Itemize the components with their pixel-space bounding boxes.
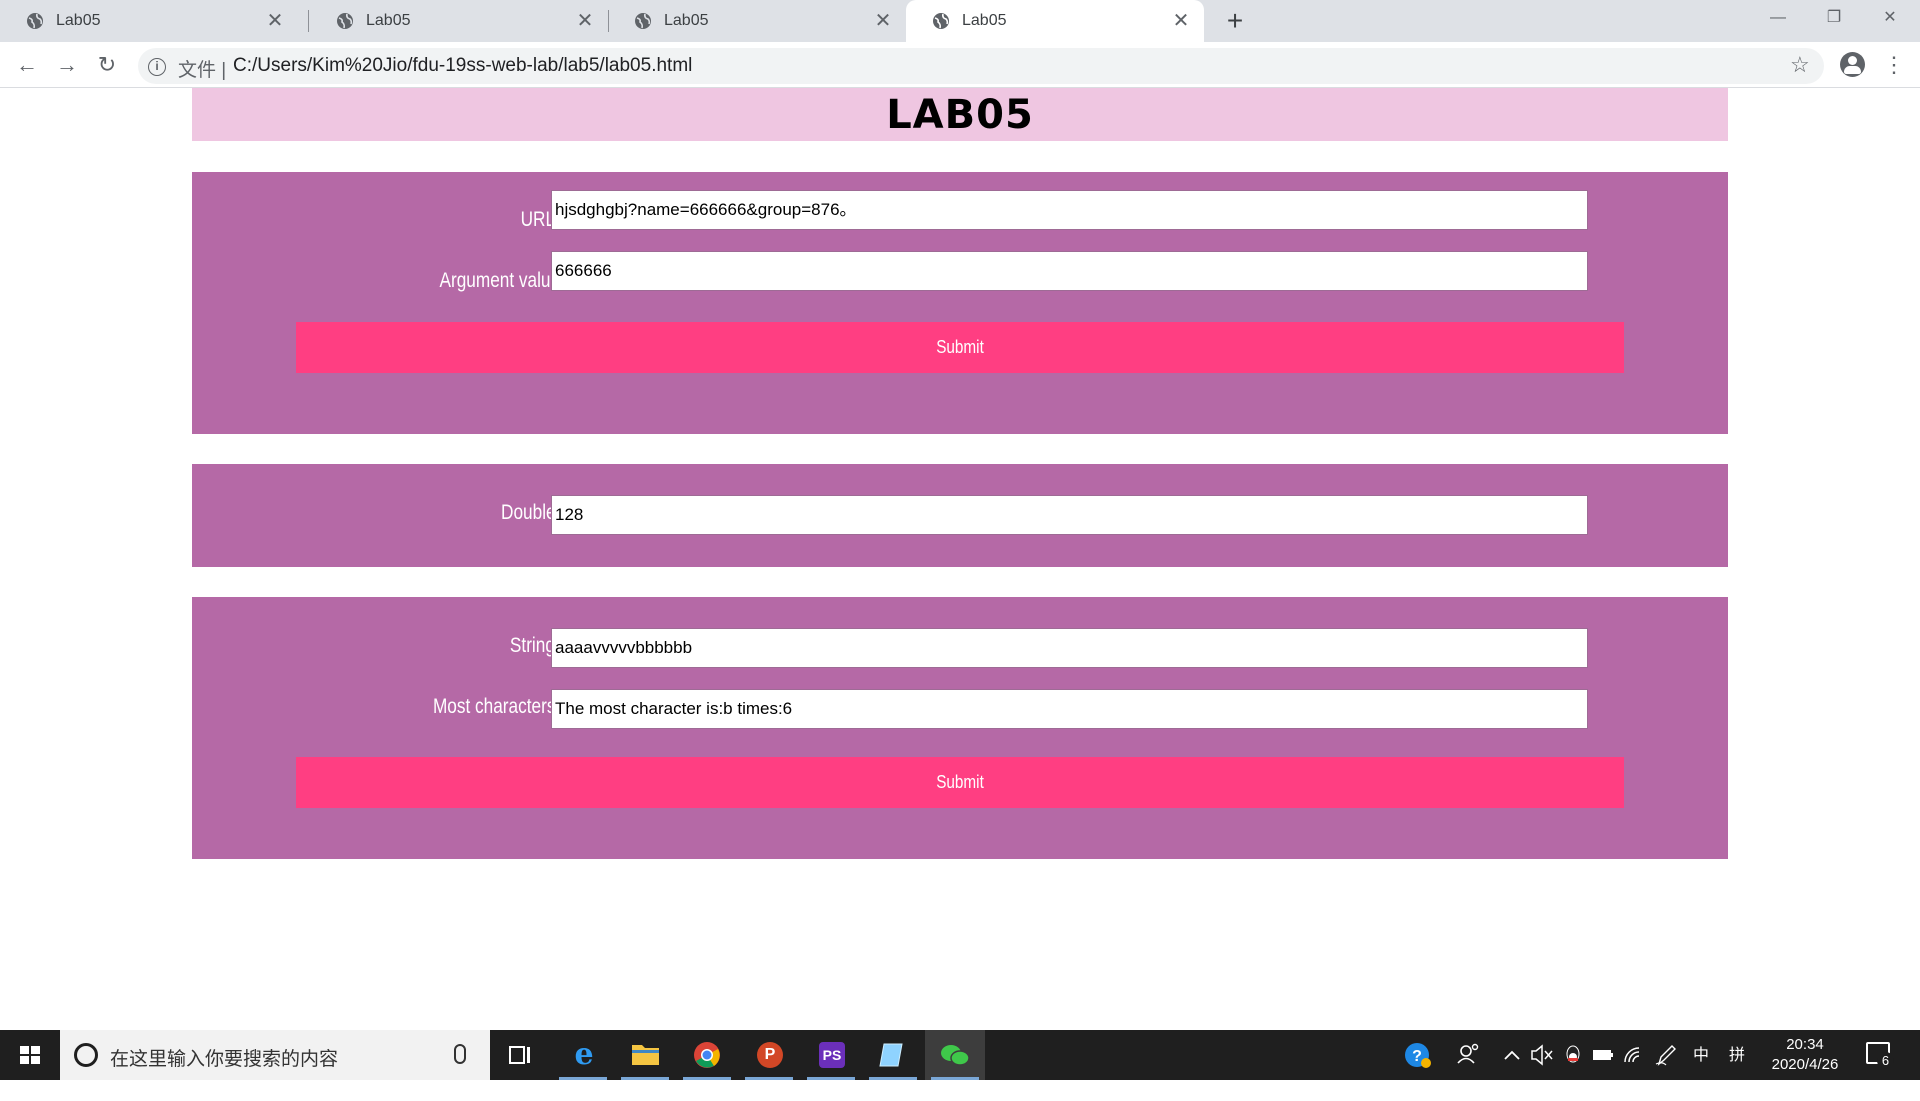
wifi-icon: [1624, 1047, 1640, 1063]
bookmark-star-icon[interactable]: ☆: [1790, 52, 1810, 78]
help-icon: ?: [1405, 1043, 1431, 1068]
search-placeholder: 在这里输入你要搜索的内容: [110, 1048, 339, 1070]
task-view-icon: [509, 1046, 530, 1064]
globe-icon: [337, 13, 353, 29]
browser-menu-icon[interactable]: ⋮: [1883, 51, 1905, 79]
string-input[interactable]: aaaavvvvvbbbbbb: [551, 628, 1588, 668]
profile-avatar-icon[interactable]: [1840, 52, 1865, 77]
forward-button[interactable]: →: [53, 51, 81, 79]
taskbar-wechat[interactable]: [925, 1030, 985, 1080]
ime-language-indicator[interactable]: 中: [1688, 1030, 1714, 1080]
powerpoint-icon: P: [757, 1042, 783, 1068]
taskbar-file-explorer[interactable]: [615, 1030, 675, 1080]
taskbar-powerpoint[interactable]: P: [739, 1030, 799, 1080]
chevron-up-icon: [1504, 1050, 1520, 1060]
browser-tab-3[interactable]: Lab05 ✕: [608, 0, 906, 42]
submit-button[interactable]: Submit: [296, 757, 1624, 808]
tab-title: Lab05: [664, 12, 709, 29]
most-characters-output[interactable]: The most character is:b times:6: [551, 689, 1588, 729]
submit-label: Submit: [936, 772, 984, 792]
system-clock[interactable]: 20:34 2020/4/26: [1760, 1035, 1850, 1075]
tab-strip: Lab05 ✕ Lab05 ✕ Lab05 ✕ Lab05 ✕ + — ❐ ✕: [0, 0, 1920, 42]
restore-button[interactable]: ❐: [1806, 0, 1862, 36]
tray-people[interactable]: [1450, 1030, 1486, 1080]
tray-battery[interactable]: [1590, 1030, 1616, 1080]
tab-separator: [308, 10, 309, 32]
globe-icon: [635, 13, 651, 29]
folder-icon: [632, 1045, 659, 1065]
taskbar-chrome[interactable]: [677, 1030, 737, 1080]
string-form: String: aaaavvvvvbbbbbb Most characters:…: [192, 597, 1728, 859]
address-url[interactable]: C:/Users/Kim%20Jio/fdu-19ss-web-lab/lab5…: [233, 55, 692, 77]
url-input[interactable]: hjsdghgbj?name=666666&group=876。: [551, 190, 1588, 230]
tray-help[interactable]: ?: [1400, 1030, 1436, 1080]
taskbar-phpstorm[interactable]: PS: [801, 1030, 861, 1080]
windows-taskbar: 在这里输入你要搜索的内容 e P PS ? 中 拼 20:34 2020/4/2…: [0, 1030, 1920, 1080]
wechat-icon: [941, 1045, 970, 1066]
globe-icon: [27, 13, 43, 29]
battery-icon: [1593, 1050, 1613, 1060]
edge-icon: e: [574, 1037, 594, 1072]
close-icon[interactable]: ✕: [264, 10, 286, 32]
phpstorm-icon: PS: [819, 1042, 845, 1068]
svg-text:?: ?: [1412, 1048, 1422, 1065]
most-characters-label: Most characters:: [432, 695, 560, 718]
tab-title: Lab05: [56, 12, 101, 29]
minimize-button[interactable]: —: [1750, 0, 1806, 36]
tray-qq[interactable]: [1560, 1030, 1586, 1080]
browser-tab-1[interactable]: Lab05 ✕: [0, 0, 298, 42]
scheme-label: 文件 |: [178, 60, 227, 81]
pen-icon: [1655, 1045, 1676, 1066]
new-tab-button[interactable]: +: [1221, 7, 1249, 35]
page-viewport: LAB05 URL: hjsdghgbj?name=666666&group=8…: [0, 88, 1920, 1030]
clock-date: 2020/4/26: [1771, 1056, 1839, 1073]
close-icon[interactable]: ✕: [574, 10, 596, 32]
start-button[interactable]: [0, 1030, 60, 1080]
notepad-icon: [879, 1043, 903, 1067]
notification-count-badge: 6: [1877, 1052, 1894, 1069]
reload-button[interactable]: ↻: [93, 51, 121, 79]
qq-penguin-icon: [1566, 1045, 1580, 1063]
windows-logo-icon: [20, 1046, 40, 1064]
close-icon[interactable]: ✕: [872, 10, 894, 32]
double-form: Double: 128: [192, 464, 1728, 567]
browser-toolbar: ← → ↻ i 文件 | C:/Users/Kim%20Jio/fdu-19ss…: [0, 42, 1920, 88]
tray-volume[interactable]: [1528, 1030, 1556, 1080]
back-button[interactable]: ←: [13, 51, 41, 79]
show-hidden-icons[interactable]: [1500, 1030, 1524, 1080]
page-header: LAB05: [192, 88, 1728, 141]
cortana-icon: [74, 1043, 98, 1067]
tab-title: Lab05: [366, 12, 411, 29]
submit-button[interactable]: Submit: [296, 322, 1624, 373]
people-icon: [1457, 1043, 1479, 1064]
close-window-button[interactable]: ✕: [1862, 0, 1918, 36]
volume-muted-icon: [1531, 1044, 1553, 1066]
argument-value-input[interactable]: 666666: [551, 251, 1588, 291]
tab-title: Lab05: [962, 12, 1007, 29]
double-input[interactable]: 128: [551, 495, 1588, 535]
taskbar-edge[interactable]: e: [553, 1030, 613, 1080]
ime-mode-indicator[interactable]: 拼: [1724, 1030, 1750, 1080]
chrome-icon: [694, 1042, 720, 1068]
clock-time: 20:34: [1786, 1036, 1824, 1053]
close-icon[interactable]: ✕: [1170, 10, 1192, 32]
browser-tab-2[interactable]: Lab05 ✕: [310, 0, 608, 42]
url-argument-form: URL: hjsdghgbj?name=666666&group=876。 Ar…: [192, 172, 1728, 434]
globe-icon: [933, 13, 949, 29]
page-title: LAB05: [886, 92, 1034, 138]
microphone-icon[interactable]: [454, 1044, 466, 1064]
tray-network[interactable]: [1620, 1030, 1648, 1080]
task-view-button[interactable]: [490, 1030, 550, 1080]
argument-value-label: Argument value: [439, 269, 560, 292]
info-icon[interactable]: i: [148, 58, 166, 76]
tray-pen[interactable]: [1652, 1030, 1680, 1080]
taskbar-search[interactable]: 在这里输入你要搜索的内容: [60, 1030, 490, 1080]
taskbar-notepad[interactable]: [863, 1030, 923, 1080]
browser-tab-4-active[interactable]: Lab05 ✕: [906, 0, 1204, 42]
submit-label: Submit: [936, 337, 984, 357]
